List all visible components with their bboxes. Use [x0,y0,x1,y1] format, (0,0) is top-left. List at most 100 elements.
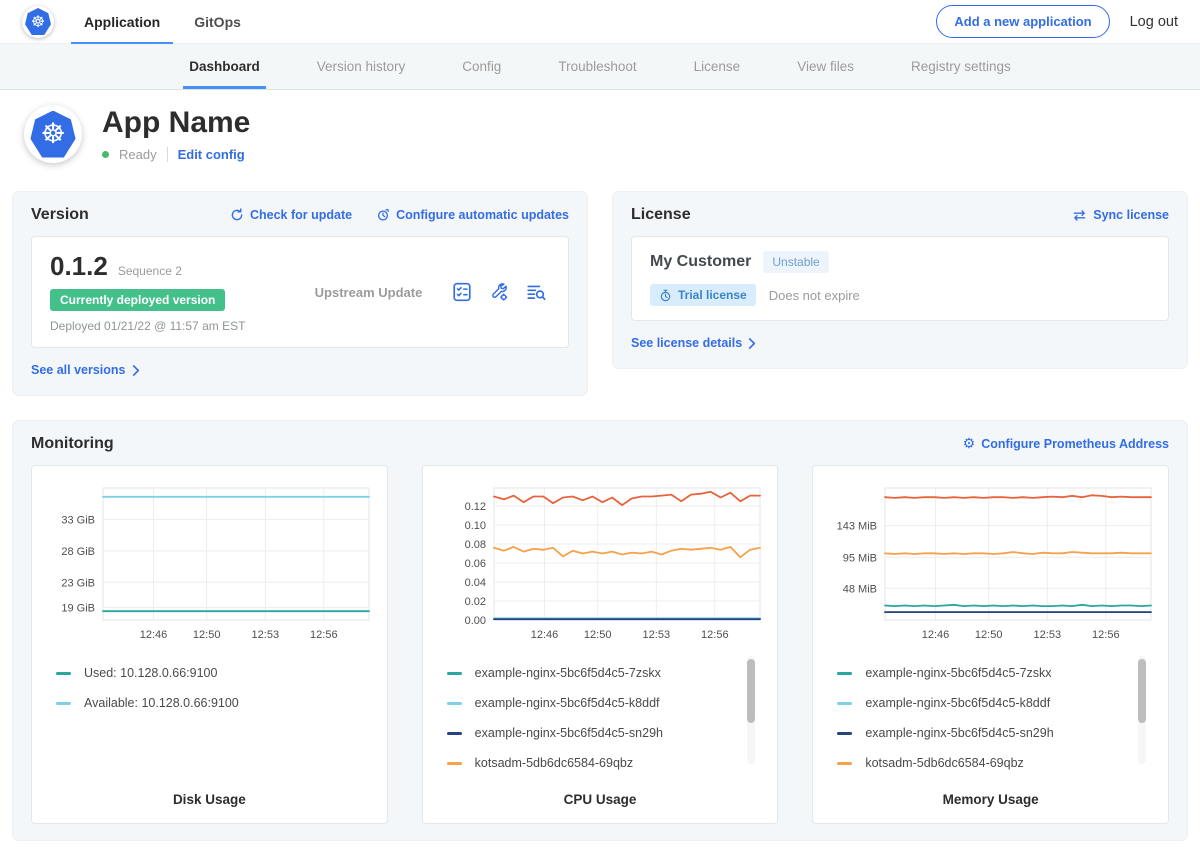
cpu-usage-legend: example-nginx-5bc6f5d4c5-7zskx example-ng… [431,648,770,778]
subnav-tab-dashboard[interactable]: Dashboard [189,44,260,89]
legend-label: example-nginx-5bc6f5d4c5-7zskx [865,666,1051,680]
legend-color-dash [447,732,462,735]
svg-text:12:46: 12:46 [921,629,949,641]
deployed-timestamp: Deployed 01/21/22 @ 11:57 am EST [50,319,285,333]
channel-badge: Unstable [763,251,828,273]
svg-text:0.08: 0.08 [465,539,486,551]
legend-item: example-nginx-5bc6f5d4c5-sn29h [837,718,1146,748]
line-chart: 48 MiB95 MiB143 MiB12:4612:5012:5312:56 [823,480,1159,648]
license-panel: My Customer Unstable Trial license Does … [631,236,1169,321]
disk-usage-plot: 19 GiB23 GiB28 GiB33 GiB12:4612:5012:531… [40,480,379,648]
subnav-tab-troubleshoot[interactable]: Troubleshoot [558,44,636,89]
kubernetes-wheel-icon: ☸ [31,14,45,30]
subnav-tab-view-files[interactable]: View files [797,44,854,89]
subnav-tab-license[interactable]: License [694,44,741,89]
config-wrench-icon[interactable] [489,282,509,302]
legend-label: Used: 10.128.0.66:9100 [84,666,217,680]
cpu-usage-plot: 0.000.020.040.060.080.100.1212:4612:5012… [431,480,770,648]
subnav-tab-config[interactable]: Config [462,44,501,89]
monitoring-title: Monitoring [31,435,114,453]
see-license-details-link[interactable]: See license details [631,336,756,350]
auto-update-clock-icon [376,208,390,222]
license-card-title: License [631,206,691,224]
legend-scrollbar-thumb[interactable] [747,659,755,723]
see-all-versions-link[interactable]: See all versions [31,363,140,377]
kubernetes-logo: ☸ [22,6,54,38]
legend-item: example-nginx-5bc6f5d4c5-7zskx [837,658,1146,688]
app-header: ☸ App Name Ready Edit config [0,90,1200,181]
status-label: Ready [119,147,157,162]
legend-item: Available: 10.128.0.66:9100 [56,688,365,718]
legend-item: Used: 10.128.0.66:9100 [56,658,365,688]
chart-title: Memory Usage [821,778,1160,807]
svg-text:12:56: 12:56 [310,629,338,641]
svg-text:12:53: 12:53 [252,629,280,641]
legend-color-dash [837,762,852,765]
legend-item: kotsadm-5db6dc6584-69qbz [447,748,756,778]
svg-text:12:46: 12:46 [531,629,559,641]
logout-button[interactable]: Log out [1130,14,1178,30]
edit-config-link[interactable]: Edit config [178,147,245,162]
memory-usage-chart-card: 48 MiB95 MiB143 MiB12:4612:5012:5312:56 … [812,465,1169,824]
kubernetes-wheel-icon: ☸ [40,120,65,148]
legend-color-dash [56,672,71,675]
svg-text:0.06: 0.06 [465,558,486,570]
gear-icon: ⚙ [963,437,976,451]
deploy-logs-icon[interactable] [526,282,546,302]
subnav-tab-registry-settings[interactable]: Registry settings [911,44,1011,89]
add-new-application-button[interactable]: Add a new application [936,5,1109,38]
customer-name: My Customer [650,253,751,271]
chevron-right-icon [748,338,756,349]
memory-usage-legend: example-nginx-5bc6f5d4c5-7zskx example-ng… [821,648,1160,778]
license-expiry: Does not expire [769,288,860,303]
svg-text:143 MiB: 143 MiB [836,521,876,533]
disk-usage-chart-card: 19 GiB23 GiB28 GiB33 GiB12:4612:5012:531… [31,465,388,824]
cpu-usage-chart-card: 0.000.020.040.060.080.100.1212:4612:5012… [422,465,779,824]
legend-label: example-nginx-5bc6f5d4c5-sn29h [475,726,663,740]
svg-text:28 GiB: 28 GiB [62,546,96,558]
legend-item: example-nginx-5bc6f5d4c5-sn29h [447,718,756,748]
svg-text:33 GiB: 33 GiB [62,514,96,526]
sync-license-link[interactable]: Sync license [1072,208,1169,222]
legend-item: example-nginx-5bc6f5d4c5-7zskx [447,658,756,688]
configure-automatic-updates-link[interactable]: Configure automatic updates [376,208,569,222]
topnav-tab-application[interactable]: Application [84,0,160,44]
svg-text:0.12: 0.12 [465,501,486,513]
legend-color-dash [837,732,852,735]
svg-text:12:56: 12:56 [701,629,729,641]
check-for-update-link[interactable]: Check for update [230,208,352,222]
svg-text:12:53: 12:53 [643,629,671,641]
legend-color-dash [837,672,852,675]
topnav-right: Add a new application Log out [936,5,1178,38]
legend-label: example-nginx-5bc6f5d4c5-k8ddf [865,696,1050,710]
ready-status-dot [102,151,109,158]
legend-color-dash [447,672,462,675]
legend-scrollbar-thumb[interactable] [1138,659,1146,723]
legend-color-dash [56,702,71,705]
legend-scrollbar-track[interactable] [1138,656,1146,764]
sync-arrows-icon [1072,209,1087,222]
page-title: App Name [102,106,250,140]
svg-text:12:50: 12:50 [193,629,221,641]
svg-text:12:46: 12:46 [140,629,168,641]
svg-text:0.02: 0.02 [465,596,486,608]
topnav-tab-gitops[interactable]: GitOps [194,0,241,44]
svg-text:12:50: 12:50 [584,629,612,641]
version-sequence: Sequence 2 [118,264,182,278]
svg-text:19 GiB: 19 GiB [62,602,96,614]
topnav-tabs: Application GitOps [84,0,241,44]
configure-prometheus-link[interactable]: ⚙ Configure Prometheus Address [963,437,1169,451]
app-avatar: ☸ [24,105,82,163]
chart-title: Disk Usage [40,778,379,807]
stopwatch-icon [659,289,672,302]
legend-item: kotsadm-5db6dc6584-69qbz [837,748,1146,778]
svg-text:0.00: 0.00 [465,615,486,627]
legend-label: kotsadm-5db6dc6584-69qbz [865,756,1023,770]
legend-scrollbar-track[interactable] [747,656,755,764]
svg-text:0.10: 0.10 [465,520,486,532]
top-navbar: ☸ Application GitOps Add a new applicatio… [0,0,1200,44]
preflight-checks-icon[interactable] [452,282,472,302]
divider [167,147,168,162]
subnav-tab-version-history[interactable]: Version history [317,44,406,89]
line-chart: 0.000.020.040.060.080.100.1212:4612:5012… [432,480,768,648]
